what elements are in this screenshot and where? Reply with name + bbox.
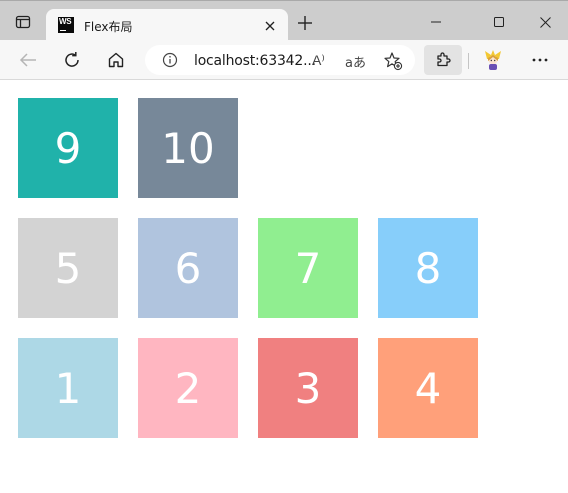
page-content: 9 10 5 6 7 8 1 2 3 4 xyxy=(0,80,568,493)
flex-box-3: 3 xyxy=(258,338,358,438)
tab-title: Flex布局 xyxy=(84,20,133,34)
refresh-icon[interactable] xyxy=(60,48,84,72)
profile-avatar-icon[interactable] xyxy=(481,48,505,72)
maximize-icon[interactable] xyxy=(481,9,517,35)
url-text[interactable]: localhost:63342... xyxy=(194,53,316,69)
flex-box-9: 9 xyxy=(18,98,118,198)
flex-box-7: 7 xyxy=(258,218,358,318)
tab-actions-icon[interactable] xyxy=(15,14,31,30)
flex-box-8: 8 xyxy=(378,218,478,318)
more-options-icon[interactable] xyxy=(528,48,552,72)
translate-icon[interactable]: aあ xyxy=(345,52,366,71)
flex-box-2: 2 xyxy=(138,338,238,438)
flex-box-5: 5 xyxy=(18,218,118,318)
back-arrow-icon[interactable] xyxy=(16,48,40,72)
flex-box-4: 4 xyxy=(378,338,478,438)
close-tab-icon[interactable] xyxy=(261,17,279,35)
new-tab-icon[interactable] xyxy=(295,13,315,33)
minimize-icon[interactable] xyxy=(418,9,454,35)
flex-box-6: 6 xyxy=(138,218,238,318)
read-aloud-icon[interactable]: A⁾ xyxy=(312,52,325,69)
extensions-icon[interactable] xyxy=(424,45,462,75)
address-bar[interactable]: localhost:63342... A⁾ aあ xyxy=(145,45,415,75)
window-close-icon[interactable] xyxy=(527,9,563,35)
webstorm-favicon-icon: WS xyxy=(58,17,74,33)
home-icon[interactable] xyxy=(104,48,128,72)
toolbar-separator xyxy=(468,53,469,69)
title-bar: WS Flex布局 xyxy=(0,0,568,42)
browser-toolbar: localhost:63342... A⁾ aあ xyxy=(0,40,568,80)
flex-box-1: 1 xyxy=(18,338,118,438)
flex-box-10: 10 xyxy=(138,98,238,198)
browser-tab[interactable]: WS Flex布局 xyxy=(46,9,288,42)
info-icon[interactable] xyxy=(162,52,178,68)
add-favorite-icon[interactable] xyxy=(383,51,403,71)
